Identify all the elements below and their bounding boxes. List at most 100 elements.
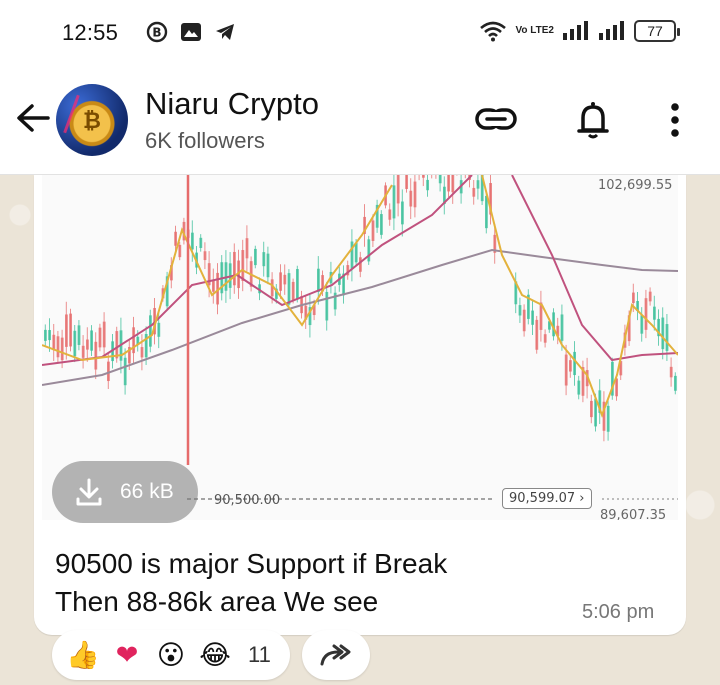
candle-body: [531, 310, 534, 325]
candle-body: [388, 209, 392, 220]
candle-body: [665, 324, 669, 351]
candle-body: [392, 185, 396, 219]
laughing-reaction[interactable]: 😂: [196, 640, 234, 671]
candle-body: [149, 315, 152, 347]
candle-body: [90, 330, 93, 351]
volte-icon: Vo LTE2: [515, 25, 554, 36]
more-vert-icon[interactable]: [668, 102, 682, 138]
candle-body: [560, 314, 564, 341]
caption-line-1: 90500 is major Support if Break: [55, 548, 448, 579]
candle-body: [102, 321, 106, 348]
candle-body: [447, 175, 450, 192]
current-price-value: 90,599.07: [509, 491, 576, 506]
heart-reaction[interactable]: ❤: [108, 640, 146, 671]
candle-body: [380, 214, 383, 235]
candle-body: [157, 322, 161, 337]
channel-name[interactable]: Niaru Crypto: [145, 86, 319, 122]
caption-line-2: Then 88-86k area We see: [55, 586, 379, 617]
bell-icon[interactable]: [576, 100, 610, 140]
reactions-bar[interactable]: 👍 ❤ 😮 😂 11: [52, 630, 290, 680]
candle-body: [413, 181, 417, 208]
channel-header: ₿ Niaru Crypto 6K followers: [0, 66, 720, 175]
system-icons: Vo LTE2 77: [479, 20, 680, 42]
candle-body: [44, 329, 47, 341]
status-time: 12:55: [62, 20, 119, 45]
candle-body: [405, 175, 408, 189]
battery-icon: 77: [634, 20, 680, 42]
message-caption: 90500 is major Support if Break Then 88-…: [55, 545, 575, 621]
candle-body: [203, 251, 207, 261]
candle-body: [115, 331, 119, 359]
candle-body: [674, 375, 677, 391]
candle-body: [648, 291, 652, 302]
candle-body: [81, 345, 85, 358]
status-bar: 12:55 B Vo LTE2 77: [0, 0, 720, 66]
candle-body: [199, 237, 203, 248]
candle-body: [476, 180, 480, 189]
candle-body: [564, 354, 568, 386]
candle-body: [69, 313, 72, 347]
forward-button[interactable]: [302, 630, 370, 680]
candle-body: [233, 251, 236, 286]
candle-body: [178, 244, 182, 258]
candle-body: [485, 195, 488, 229]
back-arrow-icon[interactable]: [14, 102, 52, 134]
signal-icon-2: [599, 21, 624, 40]
candles-group: [44, 175, 677, 442]
candle-body: [283, 274, 287, 285]
candle-body: [77, 325, 81, 345]
candle-body: [140, 347, 144, 358]
candle-body: [60, 337, 64, 361]
candle-body: [359, 257, 362, 272]
candle-body: [653, 306, 656, 320]
candle-body: [254, 248, 257, 266]
candle-body: [522, 309, 526, 332]
low-price-label: 89,607.35: [600, 508, 667, 520]
candle-body: [241, 250, 245, 281]
forward-icon: [320, 644, 351, 666]
candle-body: [573, 351, 576, 376]
download-button[interactable]: 66 kB: [52, 461, 198, 523]
candle-body: [396, 175, 400, 204]
candle-body: [661, 317, 665, 350]
surprised-reaction[interactable]: 😮: [152, 640, 190, 671]
candle-body: [472, 187, 476, 197]
candle-body: [65, 314, 68, 347]
candle-body: [371, 220, 375, 241]
candle-body: [669, 366, 673, 378]
candle-body: [94, 341, 98, 370]
channel-avatar[interactable]: ₿: [56, 84, 128, 156]
candle-body: [401, 201, 404, 225]
notification-icons: B: [146, 21, 236, 43]
link-icon[interactable]: [474, 104, 518, 134]
battery-level: 77: [647, 23, 663, 39]
gallery-icon: [181, 23, 201, 41]
candle-body: [279, 272, 282, 291]
candle-body: [640, 315, 644, 334]
candle-body: [451, 175, 455, 193]
candle-body: [56, 336, 60, 358]
candle-body: [191, 232, 194, 250]
candle-body: [438, 175, 442, 184]
candle-body: [86, 339, 89, 350]
telegram-icon: [216, 24, 234, 40]
candle-body: [422, 175, 425, 178]
b-circle-icon: B: [146, 21, 168, 43]
candle-body: [73, 330, 77, 357]
followers-count: 6K followers: [145, 128, 265, 153]
candle-body: [287, 273, 291, 305]
candle-body: [354, 242, 358, 263]
candle-body: [367, 239, 371, 262]
current-price-tag: 90,599.07 ›: [502, 488, 592, 509]
candle-body: [606, 405, 610, 432]
top-price-label: 102,699.55: [598, 178, 673, 193]
candle-body: [291, 281, 295, 301]
candle-body: [132, 327, 135, 354]
candle-body: [174, 231, 177, 246]
candle-body: [212, 280, 215, 292]
candle-body: [123, 357, 127, 386]
signal-icon-1: [563, 21, 588, 40]
thumbs-up-reaction[interactable]: 👍: [64, 639, 102, 671]
candle-body: [644, 298, 648, 330]
support-price-label: 90,500.00: [214, 493, 281, 508]
